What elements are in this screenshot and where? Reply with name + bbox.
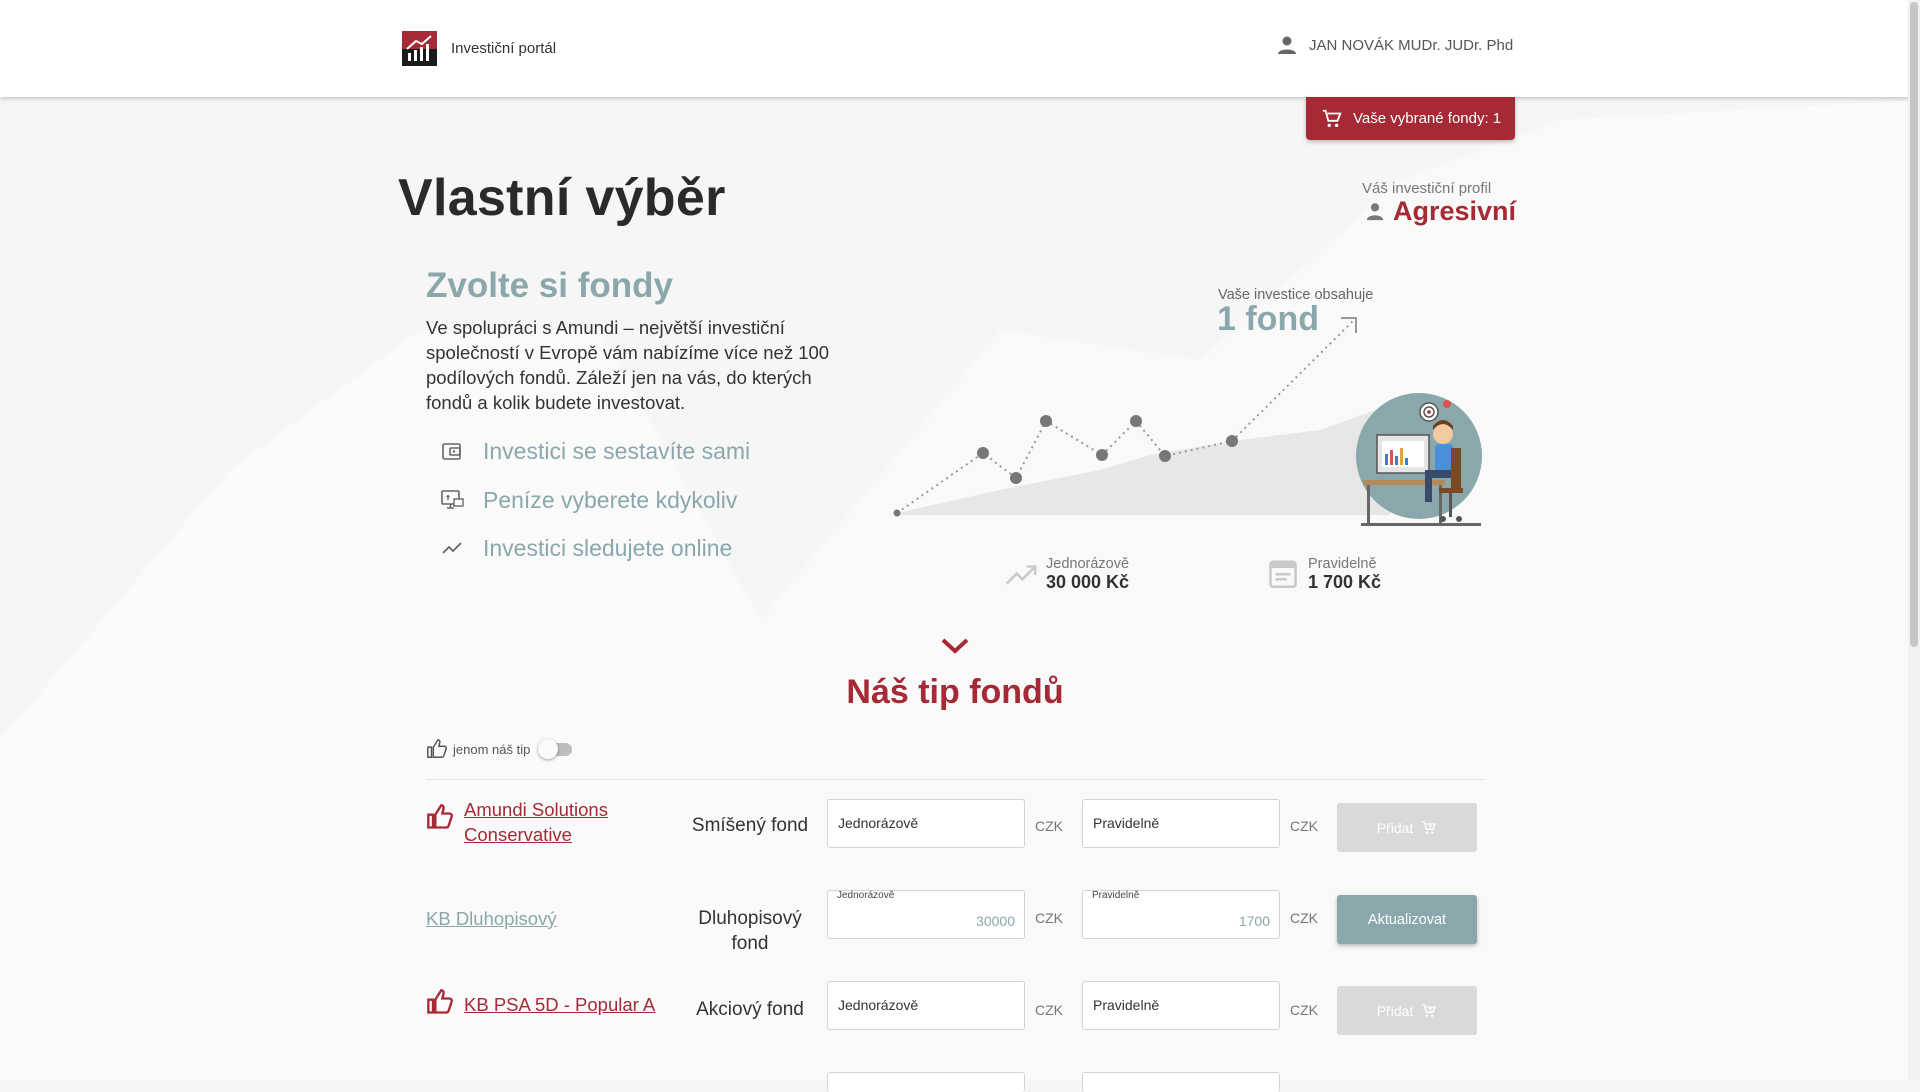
feature-label: Investici se sestavíte sami xyxy=(483,437,751,464)
fund-type: Smíšený fond xyxy=(691,815,809,836)
chevron-down-icon[interactable] xyxy=(940,636,970,656)
fund-type: Dluhopisový fond xyxy=(698,908,802,954)
feature-item: Peníze vyberete kdykoliv xyxy=(440,485,737,515)
fund-name-link[interactable]: Amundi Solutions Conservative xyxy=(464,797,644,847)
currency-label: CZK xyxy=(1035,818,1063,834)
regular-amount-input[interactable]: Pravidelně 1700 xyxy=(1082,890,1280,939)
selected-funds-cart-button[interactable]: Vaše vybrané fondy: 1 xyxy=(1306,97,1515,140)
growth-point xyxy=(1159,450,1171,462)
input-label: Pravidelně xyxy=(1092,890,1140,901)
input-placeholder: Jednorázově xyxy=(838,815,919,831)
regular-amount-input[interactable] xyxy=(1082,1072,1280,1092)
currency-label: CZK xyxy=(1035,910,1063,926)
one-time-value: 30 000 Kč xyxy=(1046,572,1130,592)
cart-label: Vaše vybrané fondy: 1 xyxy=(1353,110,1502,127)
button-label: Přidat xyxy=(1376,819,1414,836)
currency-label: CZK xyxy=(1035,1002,1063,1018)
one-time-amount-input[interactable]: Jednorázově xyxy=(827,981,1025,1030)
update-fund-button[interactable]: Aktualizovat xyxy=(1337,895,1477,944)
user-icon[interactable] xyxy=(1275,33,1299,57)
growth-point xyxy=(1010,472,1022,484)
add-fund-button[interactable]: Přidat xyxy=(1337,803,1477,852)
input-placeholder: Pravidelně xyxy=(1093,815,1160,831)
regular-value: 1 700 Kč xyxy=(1308,572,1382,592)
scrollbar-thumb[interactable] xyxy=(1910,2,1918,647)
button-label: Přidat xyxy=(1376,1002,1414,1019)
investor-illustration xyxy=(1356,393,1482,526)
recommended-filter: jenom náš tip xyxy=(426,738,574,760)
cart-icon xyxy=(1322,109,1342,127)
feature-item: Investici sledujete online xyxy=(440,533,732,563)
add-fund-button[interactable]: Přidat xyxy=(1337,986,1477,1035)
growth-point xyxy=(1040,415,1052,427)
thumb-up-icon xyxy=(427,804,453,829)
divider xyxy=(426,779,1484,780)
tips-heading: Náš tip fondů xyxy=(846,673,1064,711)
input-value: 1700 xyxy=(1238,913,1270,929)
feature-item: Investici se sestavíte sami xyxy=(440,436,750,466)
regular-caption: Pravidelně xyxy=(1308,556,1377,572)
growth-area xyxy=(897,405,1390,515)
wallet-icon xyxy=(442,443,461,460)
growth-point xyxy=(893,509,901,517)
currency-label: CZK xyxy=(1290,1002,1318,1018)
growth-point xyxy=(1096,449,1108,461)
one-time-caption: Jednorázově xyxy=(1046,556,1130,572)
thumb-up-icon xyxy=(427,989,453,1014)
trending-up-icon xyxy=(442,542,462,554)
profile-caption: Váš investiční profil xyxy=(1362,180,1492,197)
logo-icon[interactable] xyxy=(402,31,437,66)
input-value: 30000 xyxy=(976,913,1015,929)
fund-count: 1 fond xyxy=(1217,300,1319,338)
profile-person-icon xyxy=(1366,203,1384,221)
one-time-amount-input[interactable] xyxy=(827,1072,1025,1092)
one-time-summary: Jednorázově 30 000 Kč xyxy=(1004,556,1129,592)
add-cart-icon xyxy=(1422,1003,1437,1017)
regular-amount-input[interactable]: Pravidelně xyxy=(1082,799,1280,848)
section-heading: Zvolte si fondy xyxy=(426,266,673,305)
one-time-amount-input[interactable]: Jednorázově xyxy=(827,799,1025,848)
regular-amount-input[interactable]: Pravidelně xyxy=(1082,981,1280,1030)
input-placeholder: Jednorázově xyxy=(838,997,919,1013)
currency-label: CZK xyxy=(1290,910,1318,926)
page-title: Vlastní výběr xyxy=(398,169,726,227)
intro-text: Ve spolupráci s Amundi – největší invest… xyxy=(426,317,830,413)
one-time-amount-input[interactable]: Jednorázově 30000 xyxy=(827,890,1025,939)
trending-up-icon xyxy=(1005,565,1037,585)
fund-name-link[interactable]: KB Dluhopisový xyxy=(426,906,557,931)
regular-summary: Pravidelně 1 700 Kč xyxy=(1268,556,1381,592)
input-label: Jednorázově xyxy=(837,890,895,901)
fund-type: Akciový fond xyxy=(696,999,804,1020)
growth-point xyxy=(1226,435,1238,447)
monitor-money-icon xyxy=(441,490,464,509)
user-name[interactable]: JAN NOVÁK MUDr. JUDr. Phd xyxy=(1309,37,1513,54)
growth-point xyxy=(1130,415,1142,427)
scrollbar[interactable] xyxy=(1908,0,1920,1080)
feature-label: Investici sledujete online xyxy=(483,534,733,561)
feature-label: Peníze vyberete kdykoliv xyxy=(483,486,738,513)
top-header: Investiční portál JAN NOVÁK MUDr. JUDr. … xyxy=(0,0,1920,97)
calendar-icon xyxy=(1269,560,1297,588)
profile-value: Agresivní xyxy=(1393,196,1517,226)
add-cart-icon xyxy=(1422,820,1437,834)
input-placeholder: Pravidelně xyxy=(1093,997,1160,1013)
currency-label: CZK xyxy=(1290,818,1318,834)
thumb-up-icon xyxy=(427,739,448,758)
recommended-only-toggle[interactable] xyxy=(538,739,574,759)
fund-name-link[interactable]: KB PSA 5D - Popular A xyxy=(464,992,655,1017)
toggle-label: jenom náš tip xyxy=(453,741,531,757)
growth-point xyxy=(977,447,989,459)
portal-title[interactable]: Investiční portál xyxy=(451,40,556,57)
